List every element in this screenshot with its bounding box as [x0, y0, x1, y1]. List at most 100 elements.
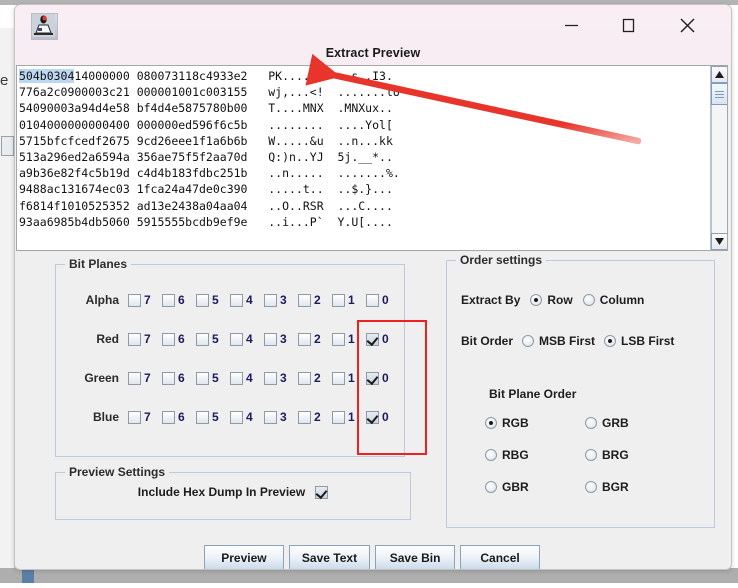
checkbox-blue-bit-4[interactable] [230, 410, 243, 424]
bit-plane-cell: 7 [128, 332, 162, 346]
radio-msb-first[interactable]: MSB First [522, 334, 595, 348]
minimize-button[interactable] [545, 5, 597, 45]
radio-indicator [585, 449, 597, 461]
checkbox-blue-bit-6[interactable] [162, 410, 175, 424]
background-window-text: e [0, 72, 9, 89]
radio-extract-by-row[interactable]: Row [530, 293, 573, 307]
radio-label: BGR [602, 480, 629, 494]
bit-plane-cell: 1 [332, 410, 366, 424]
bit-plane-row-alpha: Alpha 7 6 5 4 3 2 1 0 [56, 287, 404, 313]
scroll-down-icon[interactable] [711, 233, 727, 250]
bit-index-label: 5 [212, 410, 219, 424]
preview-button[interactable]: Preview [203, 545, 284, 569]
checkbox-green-bit-5[interactable] [196, 371, 209, 385]
checkbox-green-bit-6[interactable] [162, 371, 175, 385]
radio-bit-plane-order-brg[interactable]: BRG [585, 448, 643, 462]
bit-plane-cell: 6 [162, 410, 196, 424]
scroll-up-icon[interactable] [711, 66, 727, 83]
bit-index-label: 4 [246, 410, 253, 424]
close-button[interactable] [661, 5, 713, 45]
checkbox-red-bit-3[interactable] [264, 332, 277, 346]
radio-extract-by-column[interactable]: Column [582, 293, 645, 307]
bit-plane-channel-label: Red [96, 332, 119, 346]
background-window-edge[interactable] [0, 28, 15, 568]
bit-plane-cell: 1 [332, 332, 366, 346]
bit-plane-row-blue: Blue 7 6 5 4 3 2 1 0 [56, 404, 404, 430]
radio-label: Column [599, 293, 645, 307]
checkbox-green-bit-7[interactable] [128, 371, 141, 385]
bit-plane-cell: 2 [298, 410, 332, 424]
window-titlebar[interactable] [15, 5, 731, 45]
scrollbar-track[interactable] [711, 105, 727, 233]
hex-dump-line: 5715bfcfcedf2675 9cd26eee1f1a6b6b W.....… [19, 133, 393, 148]
include-hex-dump-row[interactable]: Include Hex Dump In Preview [56, 485, 410, 499]
radio-indicator [585, 417, 597, 429]
include-hex-dump-label: Include Hex Dump In Preview [137, 485, 306, 499]
checkbox-red-bit-7[interactable] [128, 332, 141, 346]
bit-index-label: 6 [178, 293, 185, 307]
bit-index-label: 2 [314, 293, 321, 307]
checkbox-alpha-bit-0[interactable] [366, 293, 379, 307]
bit-plane-cell: 3 [264, 371, 298, 385]
bit-planes-panel: Bit Planes Alpha 7 6 5 4 3 2 1 0 Red 7 6 5 4 3 2 1 0 Green… [55, 257, 405, 457]
radio-lsb-first[interactable]: LSB First [604, 334, 674, 348]
checkbox-alpha-bit-5[interactable] [196, 293, 209, 307]
checkbox-green-bit-0[interactable] [366, 371, 379, 385]
bit-plane-cell: 2 [298, 293, 332, 307]
cancel-button[interactable]: Cancel [460, 545, 541, 569]
checkbox-alpha-bit-3[interactable] [264, 293, 277, 307]
save-text-button[interactable]: Save Text [288, 545, 371, 569]
bit-index-label: 1 [348, 332, 355, 346]
checkbox-alpha-bit-2[interactable] [298, 293, 311, 307]
checkbox-red-bit-4[interactable] [230, 332, 243, 346]
checkbox-alpha-bit-1[interactable] [332, 293, 345, 307]
radio-bit-plane-order-grb[interactable]: GRB [585, 416, 643, 430]
radio-bit-plane-order-rbg[interactable]: RBG [485, 448, 543, 462]
checkbox-green-bit-4[interactable] [230, 371, 243, 385]
checkbox-blue-bit-5[interactable] [196, 410, 209, 424]
scrollbar-thumb[interactable] [711, 83, 727, 105]
radio-bit-plane-order-gbr[interactable]: GBR [485, 480, 543, 494]
checkbox-red-bit-0[interactable] [366, 332, 379, 346]
checkbox-blue-bit-7[interactable] [128, 410, 141, 424]
checkbox-green-bit-3[interactable] [264, 371, 277, 385]
bit-index-label: 1 [348, 293, 355, 307]
checkbox-red-bit-6[interactable] [162, 332, 175, 346]
order-settings-title: Order settings [456, 253, 547, 267]
save-bin-button[interactable]: Save Bin [375, 545, 456, 569]
background-window-icon[interactable] [1, 136, 14, 156]
checkbox-blue-bit-1[interactable] [332, 410, 345, 424]
maximize-button[interactable] [602, 5, 654, 45]
bit-plane-cell: 4 [230, 332, 264, 346]
bit-order-row: Bit Order MSB First LSB First [461, 334, 674, 348]
bit-index-label: 2 [314, 332, 321, 346]
radio-label: RGB [502, 416, 529, 430]
checkbox-red-bit-5[interactable] [196, 332, 209, 346]
bit-plane-order-row: RGB GRB [485, 416, 685, 430]
include-hex-dump-checkbox[interactable] [315, 485, 329, 499]
checkbox-green-bit-1[interactable] [332, 371, 345, 385]
bit-plane-cell: 2 [298, 371, 332, 385]
checkbox-blue-bit-0[interactable] [366, 410, 379, 424]
checkbox-blue-bit-2[interactable] [298, 410, 311, 424]
checkbox-alpha-bit-6[interactable] [162, 293, 175, 307]
bit-index-label: 7 [144, 371, 151, 385]
radio-indicator [585, 481, 597, 493]
checkbox-green-bit-2[interactable] [298, 371, 311, 385]
bit-index-label: 7 [144, 410, 151, 424]
hex-dump-scrollbar[interactable] [710, 66, 727, 250]
checkbox-red-bit-1[interactable] [332, 332, 345, 346]
bit-plane-cell: 5 [196, 332, 230, 346]
bit-index-label: 0 [382, 371, 389, 385]
bit-plane-row-green: Green 7 6 5 4 3 2 1 0 [56, 365, 404, 391]
checkbox-blue-bit-3[interactable] [264, 410, 277, 424]
radio-bit-plane-order-rgb[interactable]: RGB [485, 416, 543, 430]
radio-bit-plane-order-bgr[interactable]: BGR [585, 480, 643, 494]
checkbox-alpha-bit-7[interactable] [128, 293, 141, 307]
checkbox-alpha-bit-4[interactable] [230, 293, 243, 307]
hex-dump-line: 9488ac131674ec03 1fca24a47de0c390 .....t… [19, 182, 393, 197]
hex-dump-preview[interactable]: 504b030414000000 080073118c4933e2 PK....… [16, 65, 728, 251]
checkbox-red-bit-2[interactable] [298, 332, 311, 346]
hex-dump-text[interactable]: 504b030414000000 080073118c4933e2 PK....… [17, 66, 709, 250]
scrollbar-grip-icon [715, 91, 724, 98]
